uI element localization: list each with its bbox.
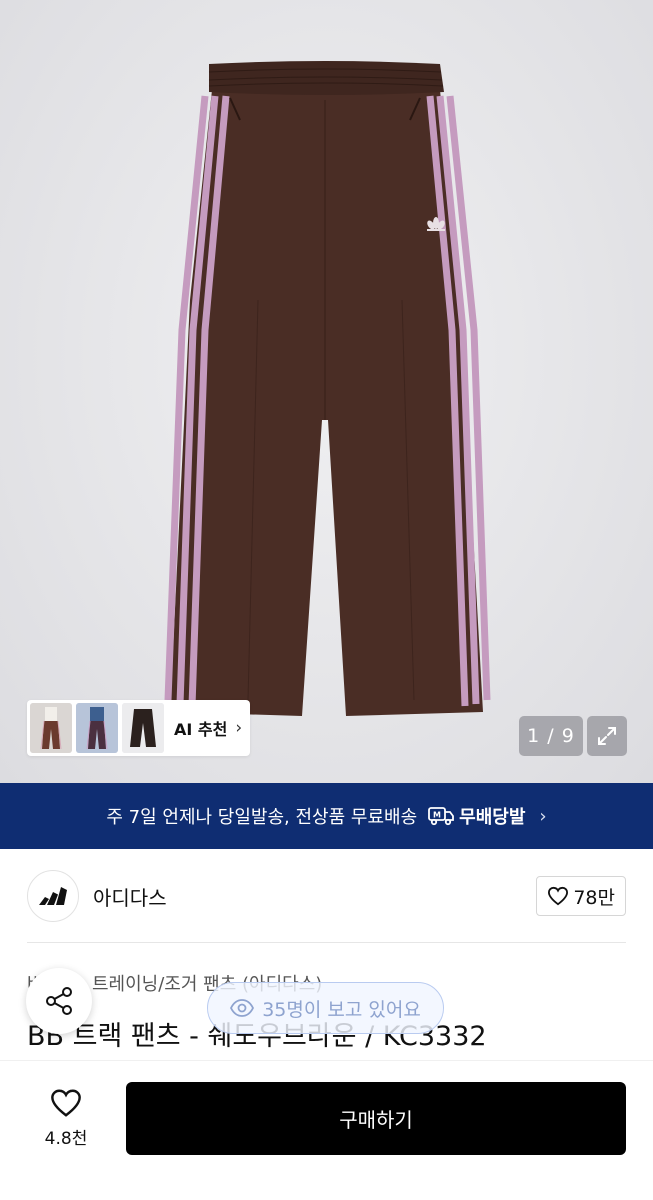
chevron-right-icon: › [235, 718, 243, 738]
delivery-truck-icon: M [428, 807, 455, 826]
delivery-banner-text: 주 7일 언제나 당일발송, 전상품 무료배송 [106, 807, 418, 828]
wishlist-count: 4.8천 [44, 1128, 88, 1149]
thumb-model-back[interactable] [76, 703, 118, 753]
expand-icon[interactable] [587, 716, 627, 756]
live-viewers-text: 35명이 보고 있어요 [262, 998, 421, 1021]
ai-recommend-label: AI 추천 [174, 720, 228, 739]
buy-button[interactable]: 구매하기 [126, 1082, 626, 1155]
delivery-logo-text: 무배당발 [459, 807, 526, 828]
delivery-banner[interactable]: 주 7일 언제나 당일발송, 전상품 무료배송 M 무배당발 › [0, 783, 653, 849]
image-counter: 1 / 9 [519, 716, 583, 756]
brand-logo[interactable] [27, 870, 79, 922]
adidas-logo-icon [39, 887, 67, 905]
ai-recommend-button[interactable]: AI 추천 › [174, 716, 242, 740]
share-icon [46, 987, 72, 1015]
share-button[interactable] [26, 968, 92, 1034]
divider [27, 942, 626, 943]
eye-icon [230, 999, 255, 1017]
product-image-gallery[interactable]: AI 추천 › 1 / 9 [0, 0, 653, 783]
svg-text:M: M [433, 811, 441, 820]
delivery-logo: M 무배당발 [427, 803, 525, 829]
heart-icon [51, 1088, 81, 1117]
brand-like-count: 78만 [573, 886, 615, 909]
wishlist-button[interactable]: 4.8천 [30, 1083, 102, 1153]
brand-row: 아디다스 78만 [27, 868, 626, 924]
thumb-product-flat[interactable] [122, 703, 164, 753]
ai-recommend-strip[interactable]: AI 추천 › [27, 700, 250, 756]
brand-name[interactable]: 아디다스 [93, 882, 167, 911]
bottom-action-bar: 4.8천 구매하기 [0, 1060, 653, 1200]
heart-icon [548, 886, 569, 906]
thumb-model-front[interactable] [30, 703, 72, 753]
brand-like-button[interactable]: 78만 [536, 876, 626, 916]
live-viewers-badge: 35명이 보고 있어요 [207, 982, 444, 1034]
product-image [164, 61, 491, 716]
chevron-right-icon: › [539, 805, 547, 827]
